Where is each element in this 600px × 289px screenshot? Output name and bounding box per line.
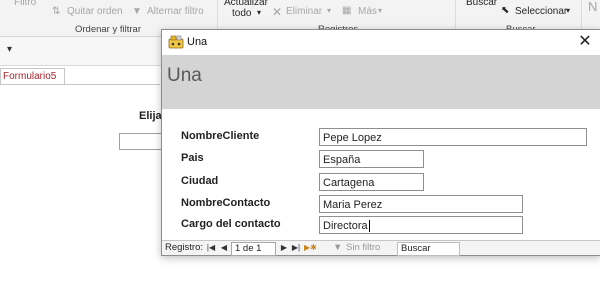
record-nav-label: Registro: xyxy=(165,242,204,253)
delete-dropdown-icon[interactable]: ▾ xyxy=(327,6,331,15)
background-form-combo[interactable] xyxy=(119,133,165,150)
refresh-all-button[interactable]: Actualizar xyxy=(224,0,268,8)
select-dropdown-icon[interactable]: ▾ xyxy=(566,6,570,15)
more-icon: ▦ xyxy=(342,5,352,16)
no-filter-icon: ▼ xyxy=(333,242,343,253)
field-pais[interactable]: España xyxy=(319,150,424,168)
filter-status-button[interactable]: Sin filtro xyxy=(346,241,380,255)
remove-sort-button[interactable]: Quitar orden xyxy=(67,6,123,17)
ribbon-next-group-icon: N xyxy=(588,0,598,14)
field-cargo-contacto[interactable]: Directora xyxy=(319,216,523,234)
select-cursor-icon: ⬉ xyxy=(501,5,510,16)
field-nombre-contacto[interactable]: Maria Perez xyxy=(319,195,523,213)
close-button[interactable]: ✕ xyxy=(570,30,600,55)
document-tab-underline xyxy=(0,84,160,85)
quick-access-arrow-icon[interactable]: ▾ xyxy=(7,44,12,55)
form-header: Una xyxy=(162,55,600,109)
toggle-filter-icon: ▼ xyxy=(132,6,142,17)
window-titlebar[interactable]: Una ✕ xyxy=(162,30,600,55)
delete-button[interactable]: Eliminar xyxy=(286,6,322,17)
window-title: Una xyxy=(187,36,208,48)
background-form-label: Elija xyxy=(139,110,162,122)
next-record-icon[interactable]: ▶ xyxy=(279,241,289,255)
form-header-title: Una xyxy=(167,65,202,86)
toggle-filter-button[interactable]: Alternar filtro xyxy=(147,6,204,17)
label-nombre-contacto: NombreContacto xyxy=(181,197,271,209)
label-pais: Pais xyxy=(181,152,204,164)
filter-button[interactable]: Filtro xyxy=(14,0,36,8)
first-record-icon[interactable]: |◀ xyxy=(206,241,216,255)
text-cursor xyxy=(368,220,370,232)
label-nombre-cliente: NombreCliente xyxy=(181,130,260,142)
field-ciudad[interactable]: Cartagena xyxy=(319,173,424,191)
select-button[interactable]: Seleccionar xyxy=(515,6,567,17)
find-button[interactable]: Buscar xyxy=(466,0,497,8)
record-position-box[interactable]: 1 de 1 xyxy=(231,242,276,256)
delete-icon: ✕ xyxy=(272,5,283,19)
label-ciudad: Ciudad xyxy=(181,175,219,187)
field-nombre-cliente[interactable]: Pepe Lopez xyxy=(319,128,587,146)
record-navigation-bar: Registro: |◀ ◀ 1 de 1 ▶ ▶| ▶✱ ▼ Sin filt… xyxy=(162,240,600,256)
more-dropdown-icon[interactable]: ▾ xyxy=(378,6,382,15)
remove-sort-icon: ⇅ xyxy=(52,6,61,17)
refresh-dropdown-icon[interactable]: ▾ xyxy=(257,8,261,17)
refresh-all-button-line2[interactable]: todo xyxy=(232,8,251,19)
more-button[interactable]: Más xyxy=(358,6,377,17)
previous-record-icon[interactable]: ◀ xyxy=(219,241,229,255)
label-cargo-contacto: Cargo del contacto xyxy=(181,218,281,230)
field-cargo-contacto-value: Directora xyxy=(323,220,368,232)
sort-filter-group-label: Ordenar y filtrar xyxy=(75,24,141,35)
last-record-icon[interactable]: ▶| xyxy=(291,241,301,255)
form-app-icon xyxy=(168,35,184,49)
document-tab-formulario5[interactable]: Formulario5 xyxy=(0,68,66,85)
record-search-input[interactable]: Buscar xyxy=(397,242,460,256)
popup-form-window: Una ✕ Una NombreCliente Pepe Lopez Pais … xyxy=(161,29,600,256)
new-record-icon[interactable]: ▶✱ xyxy=(304,241,317,255)
